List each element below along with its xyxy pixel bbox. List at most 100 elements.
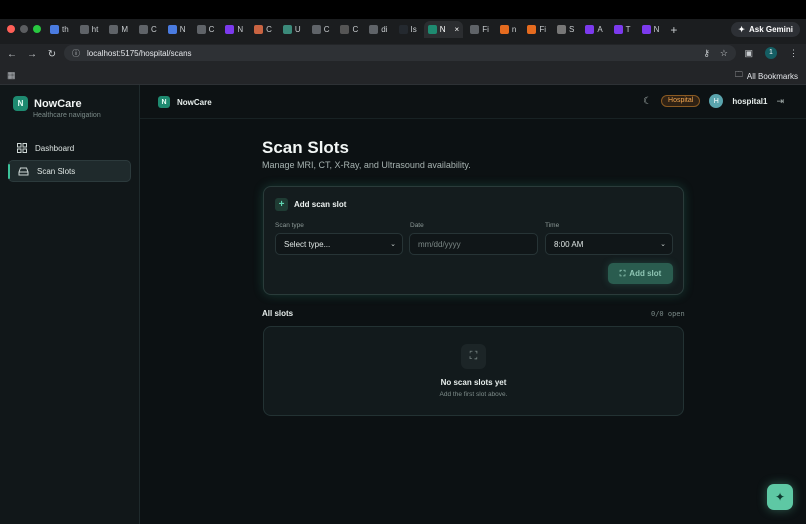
profile-avatar[interactable]: 1 bbox=[765, 47, 777, 59]
grid-icon bbox=[17, 143, 27, 153]
browser-tab[interactable]: C bbox=[336, 21, 362, 38]
ask-gemini-button[interactable]: ✦ Ask Gemini bbox=[731, 22, 800, 37]
maps-icon bbox=[109, 25, 119, 34]
user-avatar[interactable]: H bbox=[709, 94, 724, 108]
time-select[interactable]: 8:00 AM ⌄ bbox=[545, 233, 673, 255]
sidebar-item-label: Scan Slots bbox=[37, 166, 76, 176]
slots-empty-state: ⛶ No scan slots yet Add the first slot a… bbox=[263, 326, 684, 416]
apps-grid-icon[interactable]: ▦ bbox=[7, 70, 16, 81]
scan-type-label: Scan type bbox=[275, 222, 304, 229]
url-text[interactable]: localhost:5175/hospital/scans bbox=[87, 49, 192, 58]
browser-tab[interactable]: C bbox=[193, 21, 219, 38]
browser-tab[interactable]: Fi bbox=[466, 21, 493, 38]
chevron-down-icon: ⌄ bbox=[390, 241, 396, 248]
browser-tab[interactable]: C bbox=[135, 21, 161, 38]
browser-tab[interactable]: M bbox=[105, 21, 132, 38]
bolt-icon bbox=[613, 25, 623, 34]
add-slot-button[interactable]: ⛶ Add slot bbox=[608, 263, 673, 284]
password-key-icon[interactable]: ⚷ bbox=[703, 48, 710, 59]
add-slot-heading: + Add scan slot bbox=[275, 198, 346, 211]
logout-icon[interactable]: ⇥ bbox=[776, 96, 784, 107]
browser-tab-label: N bbox=[653, 25, 660, 34]
browser-tab[interactable]: Fi bbox=[523, 21, 550, 38]
browser-tab[interactable]: U bbox=[279, 21, 305, 38]
address-bar[interactable]: ⓘ localhost:5175/hospital/scans ⚷ ☆ bbox=[64, 45, 736, 61]
browser-tab-label: A bbox=[597, 25, 603, 34]
browser-tab-label: S bbox=[568, 25, 575, 34]
all-bookmarks-button[interactable]: 🗀 All Bookmarks bbox=[735, 69, 798, 83]
browser-tab[interactable]: n bbox=[496, 21, 520, 38]
browser-tab[interactable]: A bbox=[581, 21, 606, 38]
browser-tab-label: U bbox=[294, 25, 301, 34]
browser-tab[interactable]: Is bbox=[395, 21, 421, 38]
sidebar-item-dashboard[interactable]: Dashboard bbox=[8, 137, 131, 159]
app-header: N NowCare ☾ Hospital H hospital1 ⇥ bbox=[140, 85, 806, 119]
time-value: 8:00 AM bbox=[554, 239, 584, 249]
menu-dots-icon[interactable]: ⋮ bbox=[789, 48, 798, 59]
role-badge: Hospital bbox=[661, 95, 701, 107]
scan-type-select[interactable]: Select type... ⌄ bbox=[275, 233, 403, 255]
browser-tab[interactable]: th bbox=[46, 21, 73, 38]
browser-tab-label: T bbox=[625, 25, 631, 34]
assistant-sparkle-button[interactable]: ✦ bbox=[767, 484, 793, 510]
empty-state-subtitle: Add the first slot above. bbox=[439, 391, 508, 398]
theme-toggle-moon-icon[interactable]: ☾ bbox=[643, 96, 652, 107]
browser-tab[interactable]: N bbox=[638, 21, 664, 38]
browser-tab[interactable]: N bbox=[164, 21, 190, 38]
bolt-icon bbox=[641, 25, 651, 34]
reload-icon[interactable]: ↻ bbox=[42, 49, 62, 60]
header-brand-name: NowCare bbox=[177, 97, 212, 107]
sidebar: N NowCare Healthcare navigation Dashboar… bbox=[0, 85, 140, 524]
globe-icon bbox=[470, 25, 480, 34]
browser-tab[interactable]: T bbox=[610, 21, 635, 38]
plus-icon: + bbox=[275, 198, 288, 211]
close-tab-icon[interactable]: × bbox=[455, 25, 460, 34]
browser-tab[interactable]: S bbox=[553, 21, 578, 38]
sidebar-item-scan-slots[interactable]: Scan Slots bbox=[8, 160, 131, 182]
browser-tab-label: C bbox=[208, 25, 215, 34]
toolbar-actions: ▣ 1 ⋮ bbox=[744, 47, 798, 59]
fire-icon bbox=[527, 25, 537, 34]
claude-icon bbox=[254, 25, 264, 34]
sidebar-brand[interactable]: N NowCare bbox=[13, 96, 82, 111]
chatgpt-icon bbox=[196, 25, 206, 34]
browser-tab-label: N bbox=[439, 25, 446, 34]
browser-tab-label: N bbox=[237, 25, 244, 34]
back-icon[interactable]: ← bbox=[2, 49, 22, 60]
brand-logo: N bbox=[13, 96, 28, 111]
browser-tab[interactable]: ht bbox=[76, 21, 103, 38]
date-label: Date bbox=[410, 222, 424, 229]
browser-tab-label: C bbox=[266, 25, 272, 34]
gemini-icon: ✦ bbox=[738, 25, 745, 34]
date-input[interactable]: mm/dd/yyyy bbox=[409, 233, 538, 255]
forward-icon[interactable]: → bbox=[22, 49, 42, 60]
add-slot-button-label: Add slot bbox=[629, 269, 662, 278]
close-window-button[interactable] bbox=[7, 25, 15, 33]
bookmark-star-icon[interactable]: ☆ bbox=[720, 48, 728, 59]
new-tab-icon[interactable]: + bbox=[670, 23, 677, 37]
username[interactable]: hospital1 bbox=[732, 97, 767, 106]
open-slots-count: 0/0 open bbox=[651, 310, 685, 318]
browser-tab-label: ht bbox=[91, 25, 99, 34]
header-brand[interactable]: N NowCare bbox=[158, 96, 212, 108]
browser-tab[interactable]: C bbox=[250, 21, 276, 38]
site-info-icon[interactable]: ⓘ bbox=[72, 48, 80, 59]
browser-tab[interactable]: N × bbox=[423, 21, 464, 38]
chatgpt-icon bbox=[311, 25, 321, 34]
browser-tab[interactable]: di bbox=[365, 21, 391, 38]
add-slot-heading-label: Add scan slot bbox=[294, 200, 347, 209]
bolt-icon bbox=[585, 25, 595, 34]
browser-tab-label: Fi bbox=[539, 25, 546, 34]
bookmarks-bar: ▦ 🗀 All Bookmarks bbox=[0, 64, 806, 85]
browser-tab[interactable]: N bbox=[221, 21, 247, 38]
add-slot-card: + Add scan slot Scan type Select type...… bbox=[263, 186, 684, 295]
maximize-window-button[interactable] bbox=[33, 25, 41, 33]
sidepanel-icon[interactable]: ▣ bbox=[744, 48, 753, 59]
folder-icon: 🗀 bbox=[734, 70, 743, 79]
browser-tab[interactable]: C bbox=[308, 21, 334, 38]
minimize-window-button[interactable] bbox=[20, 25, 28, 33]
browser-tab-label: Fi bbox=[482, 25, 489, 34]
browser-tab-bar: th ht M C N C N C U C Cdi Is N × Fi n Fi S A T N + ✦ Ask Gemi… bbox=[0, 0, 806, 44]
browser-tab-label: C bbox=[151, 25, 157, 34]
chevron-down-icon: ⌄ bbox=[660, 241, 666, 248]
